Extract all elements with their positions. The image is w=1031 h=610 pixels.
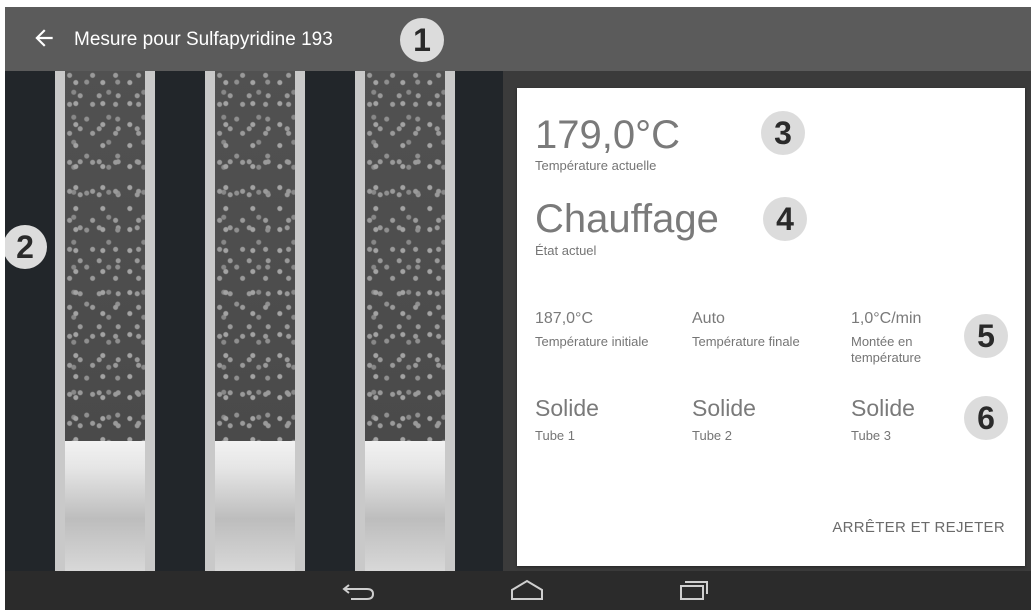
app-bar: Mesure pour Sulfapyridine 193 [5,7,1031,71]
back-nav-icon[interactable] [339,577,379,605]
current-state-label: État actuel [535,243,597,258]
measurement-card: 179,0°C Température actuelle Chauffage É… [517,88,1025,566]
final-temperature-value: Auto [692,310,725,327]
tube-2-label: Tube 2 [692,428,732,443]
tube-image-1 [55,71,155,571]
callout-5: 5 [964,314,1008,358]
initial-temperature-value: 187,0°C [535,310,593,327]
recents-nav-icon[interactable] [673,577,713,605]
home-nav-icon[interactable] [507,577,547,605]
current-temperature-label: Température actuelle [535,158,657,173]
tube-image-3 [355,71,455,571]
callout-1: 1 [400,18,444,62]
camera-view [5,71,503,571]
page-title: Mesure pour Sulfapyridine 193 [74,29,333,50]
tube-3-state: Solide [851,395,915,421]
tube-1-label: Tube 1 [535,428,575,443]
system-nav-bar [5,571,1031,610]
tube-2-state: Solide [692,395,756,421]
final-temperature-label: Température finale [692,334,800,349]
callout-2: 2 [5,225,47,269]
current-temperature-value: 179,0°C [535,113,680,157]
stop-and-reject-button[interactable]: ARRÊTER ET REJETER [832,519,1005,536]
callout-6: 6 [964,396,1008,440]
callout-3: 3 [761,111,805,155]
initial-temperature-label: Température initiale [535,334,649,349]
heating-rate-value: 1,0°C/min [851,310,922,327]
heating-rate-label: Montée en température [851,334,922,365]
tube-image-2 [205,71,305,571]
current-state-value: Chauffage [535,197,719,241]
callout-4: 4 [763,197,807,241]
tube-3-label: Tube 3 [851,428,891,443]
arrow-left-icon[interactable] [31,25,57,51]
tube-1-state: Solide [535,395,599,421]
device-screen: Mesure pour Sulfapyridine 193 179,0°C Te… [5,7,1031,610]
